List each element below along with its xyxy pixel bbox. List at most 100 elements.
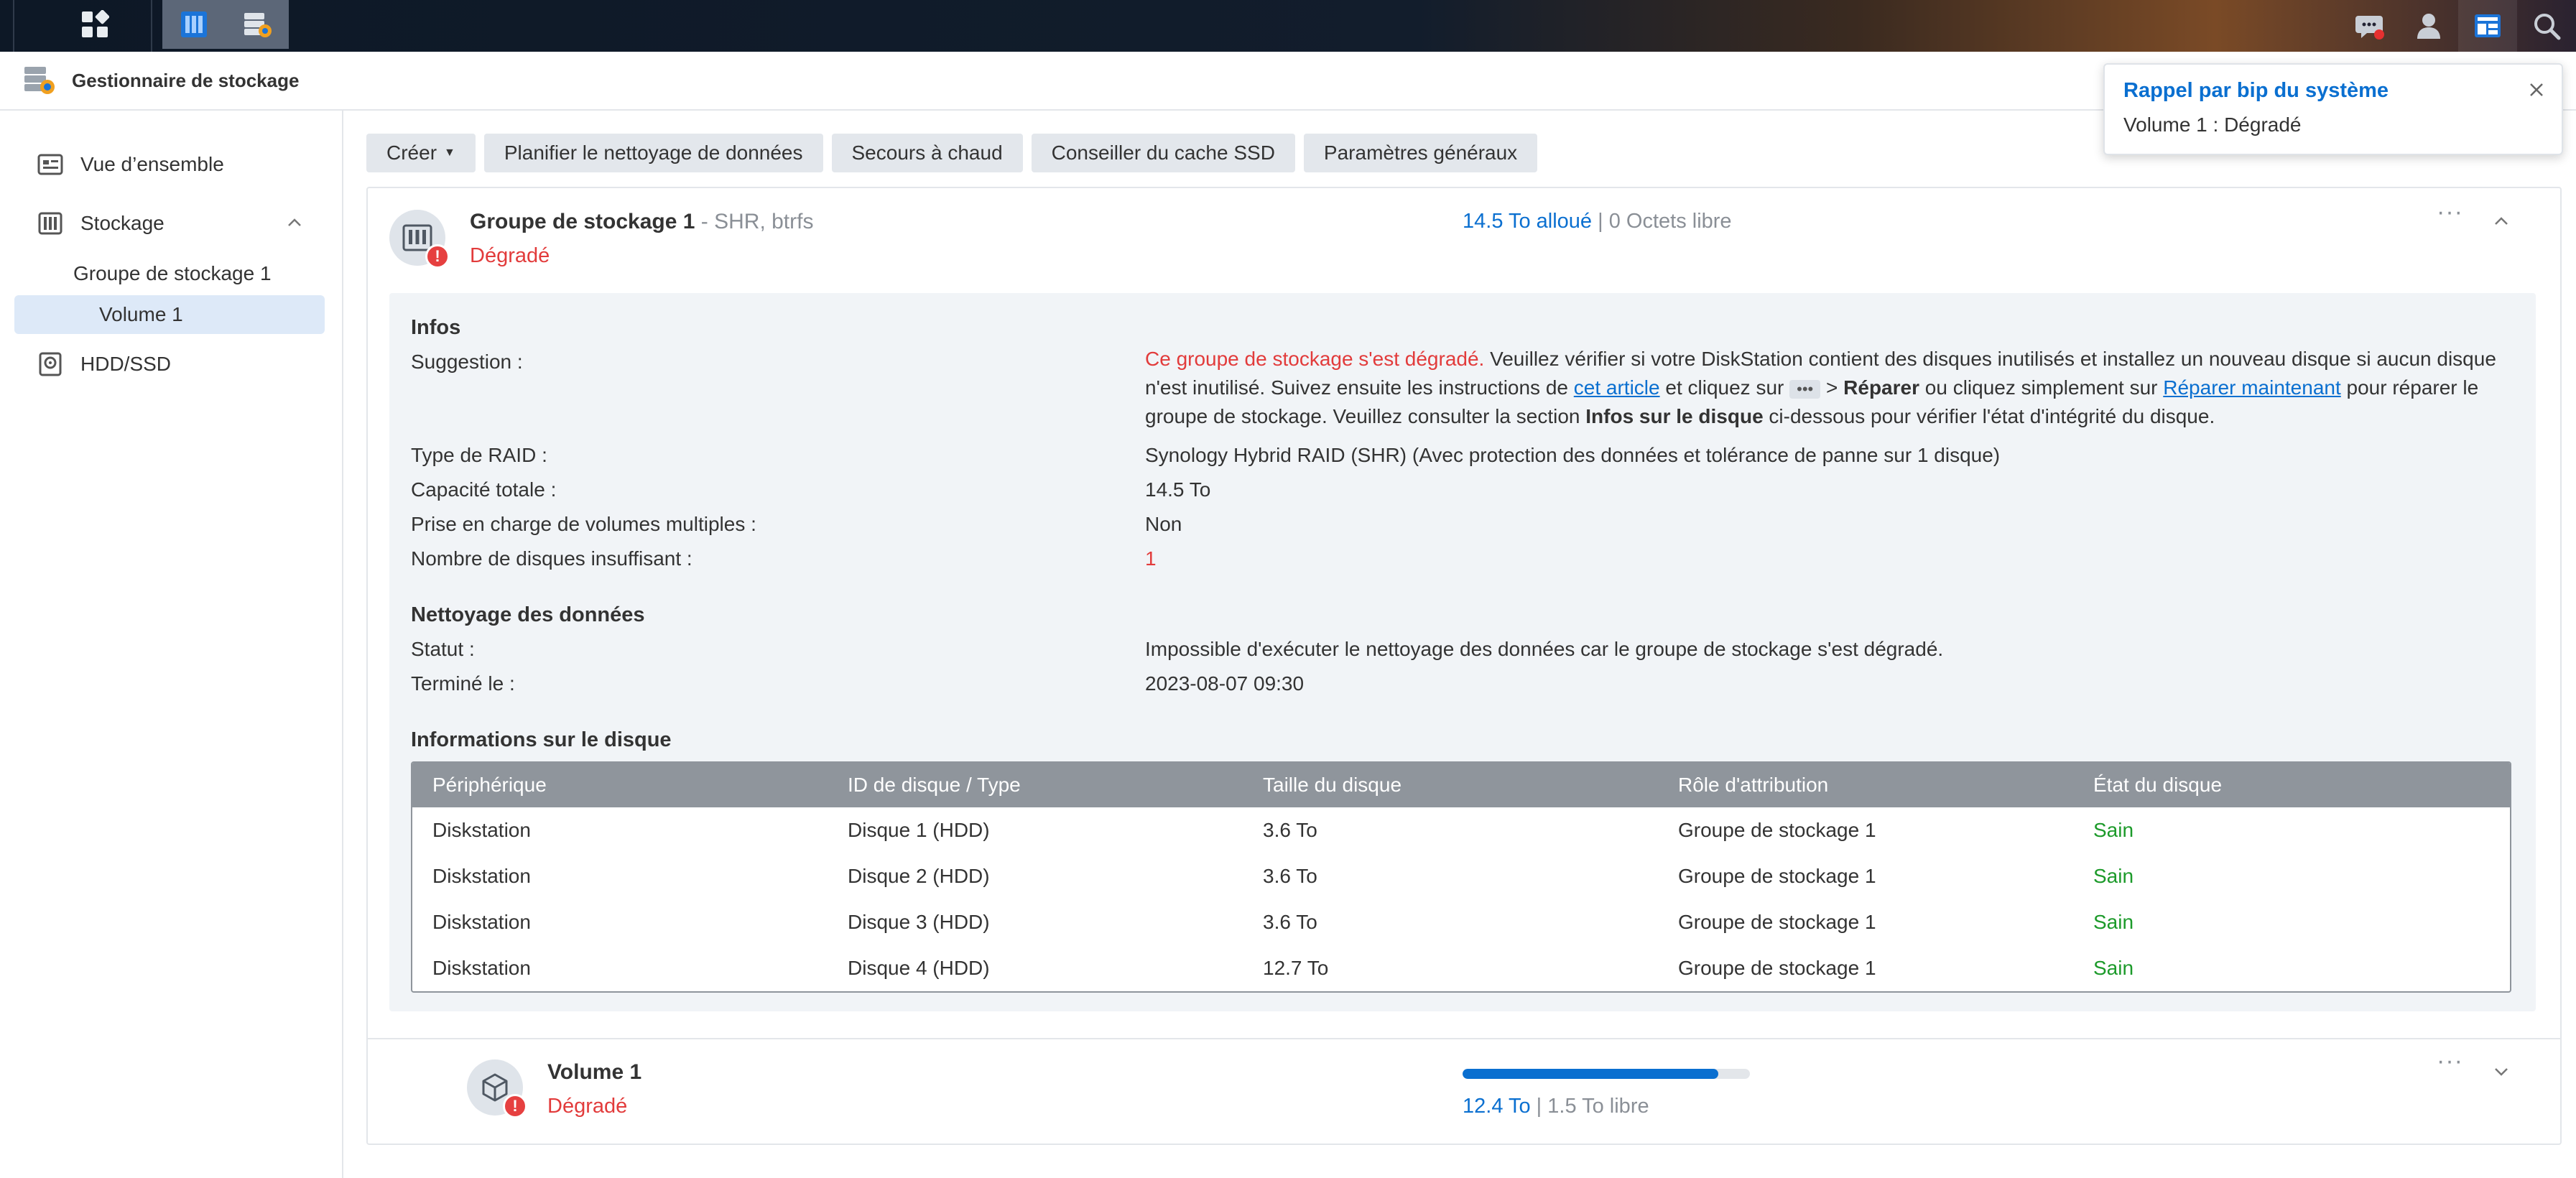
app-title: Gestionnaire de stockage bbox=[72, 69, 300, 91]
scrub-done-label: Terminé le : bbox=[411, 672, 515, 695]
total-capacity-label: Capacité totale : bbox=[411, 478, 557, 501]
suggestion-text-part: > bbox=[1820, 376, 1844, 399]
volume-usage-fill bbox=[1463, 1069, 1718, 1079]
volume-size-separator: | bbox=[1530, 1095, 1548, 1118]
table-row[interactable]: Diskstation Disque 2 (HDD) 3.6 To Groupe… bbox=[412, 853, 2510, 899]
volume-title: Volume 1 bbox=[547, 1060, 642, 1084]
scrub-done-value: 2023-08-07 09:30 bbox=[1145, 672, 1305, 695]
schedule-scrubbing-label: Planifier le nettoyage de données bbox=[504, 142, 803, 164]
column-header[interactable]: Périphérique bbox=[412, 774, 828, 797]
global-settings-button[interactable]: Paramètres généraux bbox=[1303, 134, 1538, 172]
table-cell: Groupe de stockage 1 bbox=[1678, 865, 1876, 887]
article-link[interactable]: cet article bbox=[1574, 376, 1660, 399]
table-cell: Disque 2 (HDD) bbox=[848, 865, 990, 887]
sidebar-item-label: HDD/SSD bbox=[80, 353, 172, 375]
create-button[interactable]: Créer ▼ bbox=[366, 134, 476, 172]
raid-type-label: Type de RAID : bbox=[411, 444, 547, 466]
table-row[interactable]: Diskstation Disque 1 (HDD) 3.6 To Groupe… bbox=[412, 807, 2510, 853]
suggestion-text-part: ci-dessous pour vérifier l'état d'intégr… bbox=[1763, 405, 2215, 427]
more-icon[interactable]: ··· bbox=[2437, 198, 2463, 226]
storage-pool-details: Infos Suggestion : Ce groupe de stockage… bbox=[389, 293, 2536, 1011]
allocated-value: 14.5 To alloué bbox=[1463, 210, 1593, 233]
taskbar-app-storage-manager[interactable] bbox=[162, 0, 226, 49]
close-button[interactable] bbox=[2524, 78, 2549, 102]
widgets-icon bbox=[2475, 14, 2501, 37]
disk-status-healthy: Sain bbox=[2093, 911, 2134, 933]
sidebar-item-label: Volume 1 bbox=[99, 303, 183, 325]
repair-now-link[interactable]: Réparer maintenant bbox=[2163, 376, 2340, 399]
global-settings-label: Paramètres généraux bbox=[1323, 142, 1518, 164]
sidebar-item-label: Groupe de stockage 1 bbox=[73, 262, 272, 284]
free-value: 0 Octets libre bbox=[1608, 210, 1732, 233]
column-header[interactable]: Taille du disque bbox=[1243, 774, 1658, 797]
taskbar-divider bbox=[151, 0, 152, 52]
suggestion-label: Suggestion : bbox=[411, 351, 523, 373]
sidebar-item-label: Vue d’ensemble bbox=[80, 153, 224, 175]
volume-used: 12.4 To bbox=[1463, 1095, 1531, 1118]
suggestion-warning: Ce groupe de stockage s'est dégradé. bbox=[1145, 348, 1485, 370]
chevron-down-icon[interactable] bbox=[2493, 1063, 2510, 1080]
allocation-separator: | bbox=[1592, 210, 1609, 233]
sidebar-item-hdd-ssd[interactable]: HDD/SSD bbox=[14, 345, 325, 384]
suggestion-text: Ce groupe de stockage s'est dégradé. Veu… bbox=[1145, 345, 2510, 431]
volume-status: Dégradé bbox=[547, 1095, 628, 1118]
table-row[interactable]: Diskstation Disque 4 (HDD) 12.7 To Group… bbox=[412, 945, 2510, 991]
storage-manager-logo bbox=[23, 64, 56, 97]
column-header[interactable]: État du disque bbox=[2073, 774, 2504, 797]
chevron-up-icon[interactable] bbox=[286, 214, 303, 231]
chevron-up-icon[interactable] bbox=[2493, 213, 2510, 230]
table-cell: Disque 4 (HDD) bbox=[848, 957, 990, 979]
hot-spare-button[interactable]: Secours à chaud bbox=[831, 134, 1023, 172]
sidebar-item-volume[interactable]: Volume 1 bbox=[14, 295, 325, 334]
toolbar: Créer ▼ Planifier le nettoyage de donnée… bbox=[366, 134, 1538, 172]
notification-toast[interactable]: Rappel par bip du système Volume 1 : Dég… bbox=[2103, 63, 2563, 155]
hot-spare-label: Secours à chaud bbox=[851, 142, 1003, 164]
taskbar bbox=[0, 0, 2576, 52]
suggestion-text-part: et cliquez sur bbox=[1659, 376, 1790, 399]
ssd-cache-advisor-label: Conseiller du cache SSD bbox=[1051, 142, 1275, 164]
apps-grid-icon bbox=[82, 10, 109, 37]
storage-app-icon bbox=[244, 13, 272, 37]
storage-pool-title: Groupe de stockage 1 - SHR, btrfs bbox=[470, 210, 813, 234]
search-icon bbox=[2534, 14, 2561, 40]
table-cell: Disque 3 (HDD) bbox=[848, 911, 990, 933]
overview-icon bbox=[36, 150, 65, 179]
ssd-cache-advisor-button[interactable]: Conseiller du cache SSD bbox=[1031, 134, 1295, 172]
taskbar-app-storage[interactable] bbox=[226, 0, 289, 49]
search-button[interactable] bbox=[2517, 0, 2576, 52]
sidebar: Vue d’ensemble Stockage Groupe de stocka… bbox=[0, 111, 343, 1178]
table-cell: Diskstation bbox=[432, 911, 531, 933]
column-header[interactable]: ID de disque / Type bbox=[828, 774, 1243, 797]
notification-message: Volume 1 : Dégradé bbox=[2123, 113, 2302, 136]
more-icon[interactable]: ··· bbox=[2437, 1047, 2463, 1075]
sidebar-item-storage-pool[interactable]: Groupe de stockage 1 bbox=[14, 254, 325, 293]
storage-app-icon bbox=[24, 67, 55, 94]
table-cell: Diskstation bbox=[432, 865, 531, 887]
disk-info-section-title: Informations sur le disque bbox=[411, 728, 672, 751]
sidebar-item-storage[interactable]: Stockage bbox=[14, 204, 325, 243]
table-cell: 12.7 To bbox=[1263, 957, 1329, 979]
scrubbing-section-title: Nettoyage des données bbox=[411, 603, 645, 626]
storage-manager-icon bbox=[181, 11, 207, 37]
widgets-button[interactable] bbox=[2458, 0, 2517, 52]
disk-table-header: Périphérique ID de disque / Type Taille … bbox=[412, 763, 2510, 807]
divider bbox=[368, 1038, 2560, 1039]
suggestion-text-part: ou cliquez simplement sur bbox=[1919, 376, 2164, 399]
storage-pool-allocation: 14.5 To alloué | 0 Octets libre bbox=[1463, 210, 1732, 233]
missing-disks-value: 1 bbox=[1145, 547, 1157, 570]
total-capacity-value: 14.5 To bbox=[1145, 478, 1211, 501]
close-icon bbox=[2530, 83, 2543, 96]
raid-type-value: Synology Hybrid RAID (SHR) (Avec protect… bbox=[1145, 444, 2001, 466]
repair-bold: Réparer bbox=[1843, 376, 1919, 399]
main-menu-button[interactable] bbox=[63, 0, 126, 49]
create-button-label: Créer bbox=[386, 142, 437, 164]
column-header[interactable]: Rôle d'attribution bbox=[1658, 774, 2073, 797]
user-button[interactable] bbox=[2399, 0, 2458, 52]
sidebar-item-overview[interactable]: Vue d’ensemble bbox=[14, 145, 325, 184]
user-icon bbox=[2417, 14, 2440, 39]
schedule-scrubbing-button[interactable]: Planifier le nettoyage de données bbox=[483, 134, 823, 172]
table-cell: Diskstation bbox=[432, 957, 531, 979]
notifications-button[interactable] bbox=[2340, 0, 2399, 52]
sidebar-item-label: Stockage bbox=[80, 212, 165, 234]
table-row[interactable]: Diskstation Disque 3 (HDD) 3.6 To Groupe… bbox=[412, 899, 2510, 945]
